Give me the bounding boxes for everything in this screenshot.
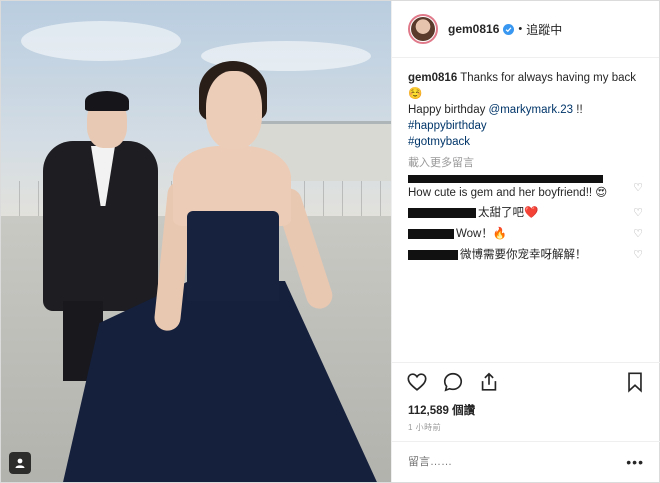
cloud — [21, 21, 181, 61]
post-sidebar: gem0816 • 追蹤中 gem0816 Thanks for always … — [391, 1, 660, 482]
comment-like-icon[interactable]: ♡ — [633, 248, 643, 261]
caption-emoji: ☺️ — [408, 88, 423, 100]
caption: gem0816 Thanks for always having my back… — [408, 70, 643, 150]
dress-top — [187, 211, 279, 301]
separator-dot: • — [518, 23, 523, 35]
username[interactable]: gem0816 — [448, 22, 499, 36]
man-hair — [85, 91, 129, 111]
hashtag-link[interactable]: #happybirthday — [408, 120, 487, 132]
caption-birthday: Happy birthday — [408, 104, 489, 116]
mention-link[interactable]: @markymark.23 — [489, 104, 574, 116]
like-count[interactable]: 112,589 個讚 — [408, 402, 475, 418]
share-icon[interactable] — [478, 371, 500, 393]
caption-suffix: !! — [573, 104, 583, 116]
comments-section: gem0816 Thanks for always having my back… — [392, 58, 659, 360]
redacted-username — [408, 249, 458, 260]
more-options-icon[interactable]: ••• — [626, 454, 644, 470]
woman-head — [206, 71, 262, 149]
bookmark-icon[interactable] — [624, 371, 646, 393]
comment-row: Wow！🔥 ♡ — [408, 225, 643, 241]
comment-input[interactable] — [408, 456, 627, 468]
following-button[interactable]: 追蹤中 — [526, 21, 562, 38]
avatar-image — [411, 17, 435, 41]
caption-text: Thanks for always having my back — [460, 72, 637, 84]
verified-badge-icon — [503, 23, 515, 35]
comment-like-icon[interactable]: ♡ — [633, 206, 643, 219]
comment-like-icon[interactable]: ♡ — [633, 181, 643, 194]
instagram-post: gem0816 • 追蹤中 gem0816 Thanks for always … — [0, 0, 660, 483]
avatar[interactable] — [408, 14, 438, 44]
comment-row: 微博需要你宠幸呀解解！ ♡ — [408, 246, 643, 262]
action-bar — [392, 362, 660, 401]
load-more-comments[interactable]: 載入更多留言 — [408, 154, 643, 170]
comment-row: How cute is gem and her boyfriend!! 😍 ♡ — [408, 175, 643, 199]
comment-text: 微博需要你宠幸呀解解！ — [460, 249, 587, 261]
hashtag-link[interactable]: #gotmyback — [408, 136, 470, 148]
user-tag-icon[interactable] — [9, 452, 31, 474]
post-photo[interactable] — [1, 1, 391, 482]
comment-icon[interactable] — [442, 371, 464, 393]
comment-row: 太甜了吧❤️ ♡ — [408, 204, 643, 220]
post-header: gem0816 • 追蹤中 — [392, 1, 659, 58]
redacted-username — [408, 228, 454, 239]
redacted-username — [408, 175, 603, 183]
comment-text: 太甜了吧❤️ — [478, 207, 539, 219]
add-comment-bar: ••• — [392, 441, 660, 482]
heart-icon[interactable] — [406, 371, 428, 393]
caption-username[interactable]: gem0816 — [408, 72, 457, 84]
comment-text: Wow！🔥 — [456, 228, 508, 240]
comment-like-icon[interactable]: ♡ — [633, 227, 643, 240]
comment-text: How cute is gem and her boyfriend!! 😍 — [408, 187, 608, 199]
redacted-username — [408, 207, 476, 218]
post-timestamp[interactable]: 1 小時前 — [408, 422, 441, 433]
